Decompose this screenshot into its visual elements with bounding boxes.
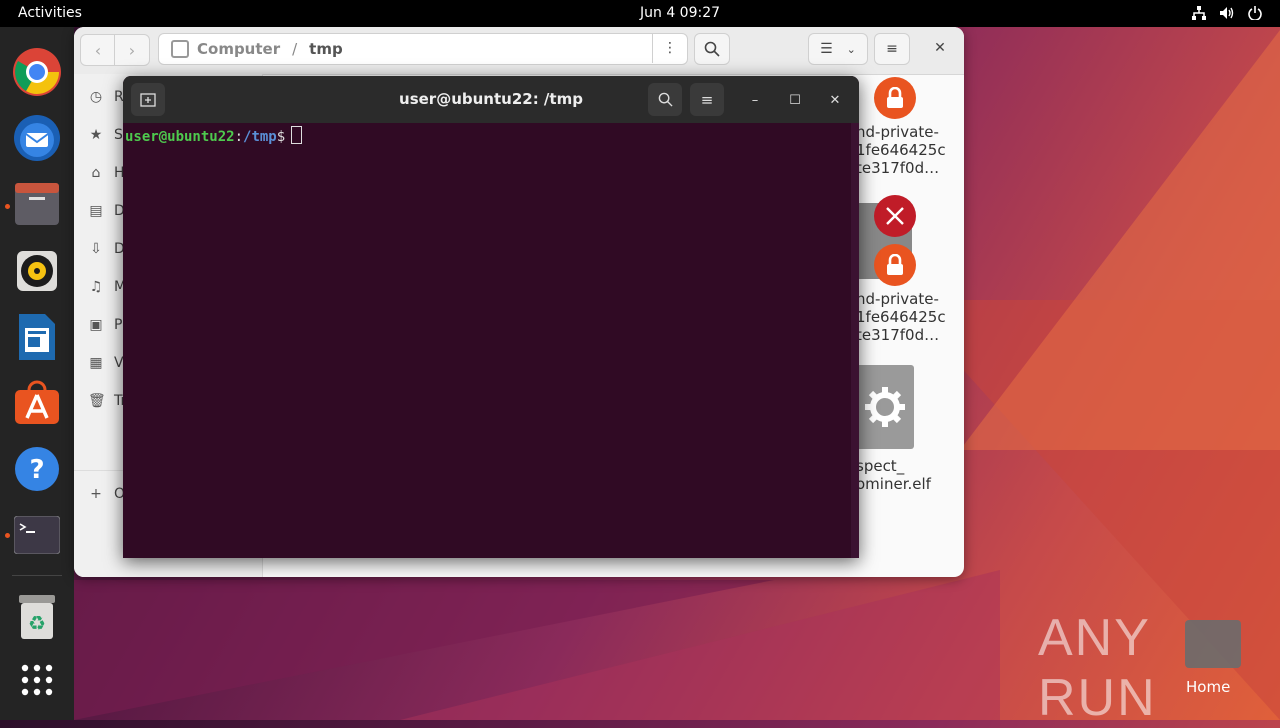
close-icon: ✕ <box>934 40 946 56</box>
hamburger-icon: ≡ <box>700 90 714 109</box>
path-bar[interactable]: Computer / tmp <box>158 33 688 65</box>
prompt-symbol: $ <box>276 129 286 145</box>
maximize-icon: ☐ <box>789 92 801 108</box>
picture-icon: ▣ <box>89 317 103 333</box>
terminal-close-button[interactable]: ✕ <box>825 90 845 110</box>
minimize-icon: – <box>751 92 759 108</box>
terminal-window[interactable]: user@ubuntu22: /tmp ≡ – ☐ ✕ user@ubuntu2… <box>123 76 859 558</box>
file-name[interactable]: spect_ ominer.elf <box>856 457 931 493</box>
file-manager-header: ‹ › Computer / tmp ⋮ ☰ ⌄ ≡ ✕ <box>74 27 964 75</box>
sidebar-item-pictures[interactable]: ▣ Pi <box>88 315 126 335</box>
chrome-icon[interactable] <box>12 47 62 97</box>
dock-separator <box>12 575 62 576</box>
hamburger-icon: ≡ <box>886 41 898 57</box>
sidebar-item-starred[interactable]: ★ S <box>88 125 123 145</box>
activities-button[interactable]: Activities <box>18 5 82 21</box>
terminal-cursor <box>291 126 303 144</box>
svg-text:♻: ♻ <box>28 611 46 635</box>
power-icon[interactable] <box>1246 4 1264 22</box>
search-icon <box>658 92 673 107</box>
main-menu-button[interactable]: ≡ <box>874 33 910 65</box>
watermark: ANY RUN <box>1038 609 1157 727</box>
path-current[interactable]: tmp <box>309 40 343 58</box>
terminal-prompt[interactable]: user@ubuntu22:/tmp$ <box>125 126 303 145</box>
document-icon: ▤ <box>89 203 103 219</box>
view-toggle-button[interactable]: ☰ ⌄ <box>808 33 868 65</box>
file-name[interactable]: nd-private- 1fe646425c te317f0d… <box>856 123 946 177</box>
wallpaper-shard <box>960 30 1280 450</box>
close-button[interactable]: ✕ <box>926 33 954 63</box>
sidebar-item-downloads[interactable]: ⇩ D <box>88 239 125 259</box>
video-icon: ▦ <box>89 355 103 371</box>
home-icon: ⌂ <box>91 165 101 181</box>
path-separator: / <box>292 40 298 58</box>
trash-icon: 🗑 <box>88 393 106 409</box>
clock-icon: ◷ <box>89 89 103 105</box>
clock[interactable]: Jun 4 09:27 <box>640 5 720 21</box>
files-icon[interactable] <box>12 180 62 230</box>
minimize-button[interactable]: – <box>745 90 765 110</box>
list-view-icon: ☰ <box>820 41 833 57</box>
back-button[interactable]: ‹ <box>80 34 116 66</box>
app-center-icon[interactable] <box>12 378 62 428</box>
kebab-icon: ⋮ <box>663 40 677 56</box>
plus-icon: + <box>90 486 102 502</box>
thunderbird-icon[interactable] <box>12 113 62 163</box>
terminal-icon[interactable] <box>12 510 62 560</box>
home-folder-label[interactable]: Home <box>1186 678 1230 696</box>
sidebar-item-music[interactable]: ♫ M <box>88 277 126 297</box>
trash-icon[interactable]: ♻ <box>12 593 62 643</box>
forward-button[interactable]: › <box>114 34 150 66</box>
error-icon <box>874 195 916 237</box>
sidebar-item-trash[interactable]: 🗑 Tr <box>88 391 126 411</box>
lock-icon <box>874 77 916 119</box>
search-icon <box>704 41 720 57</box>
chevron-down-icon: ⌄ <box>846 42 856 56</box>
svg-text:?: ? <box>29 455 44 485</box>
terminal-scrollbar[interactable] <box>851 123 859 558</box>
network-icon[interactable] <box>1190 4 1208 22</box>
running-indicator <box>5 204 10 209</box>
terminal-header: user@ubuntu22: /tmp ≡ – ☐ ✕ <box>123 76 859 123</box>
dock: ? ♻ <box>0 27 74 720</box>
volume-icon[interactable] <box>1218 4 1236 22</box>
file-name[interactable]: nd-private- 1fe646425c te317f0d… <box>856 290 946 344</box>
sidebar-item-other-locations[interactable]: + O <box>88 484 125 504</box>
path-menu-button[interactable]: ⋮ <box>652 33 687 63</box>
maximize-button[interactable]: ☐ <box>785 90 805 110</box>
lock-icon <box>874 244 916 286</box>
download-icon: ⇩ <box>90 241 102 257</box>
music-icon: ♫ <box>89 279 103 295</box>
prompt-colon: : <box>234 129 244 145</box>
prompt-path: /tmp <box>243 129 277 145</box>
home-folder-icon[interactable] <box>1185 620 1241 668</box>
sidebar-item-documents[interactable]: ▤ D <box>88 201 124 221</box>
top-bar: Activities Jun 4 09:27 <box>0 0 1280 27</box>
star-icon: ★ <box>89 127 103 143</box>
path-root[interactable]: Computer <box>197 40 280 58</box>
sidebar-item-recent[interactable]: ◷ R <box>88 87 124 107</box>
grid-icon[interactable] <box>12 655 62 705</box>
chevron-left-icon: ‹ <box>94 40 102 60</box>
wallpaper-shard <box>400 570 1000 720</box>
sidebar-item-videos[interactable]: ▦ Vi <box>88 353 127 373</box>
chevron-right-icon: › <box>128 40 136 60</box>
rhythmbox-icon[interactable] <box>12 246 62 296</box>
system-tray[interactable] <box>1190 4 1264 22</box>
close-icon: ✕ <box>829 92 841 108</box>
sidebar-item-home[interactable]: ⌂ H <box>88 163 125 183</box>
help-icon[interactable]: ? <box>12 444 62 494</box>
terminal-menu-button[interactable]: ≡ <box>690 83 724 116</box>
search-button[interactable] <box>694 33 730 65</box>
running-indicator <box>5 533 10 538</box>
disk-icon <box>171 40 189 58</box>
gear-icon[interactable] <box>856 365 914 449</box>
terminal-search-button[interactable] <box>648 83 682 116</box>
prompt-user: user@ubuntu22 <box>125 129 235 145</box>
writer-icon[interactable] <box>12 312 62 362</box>
